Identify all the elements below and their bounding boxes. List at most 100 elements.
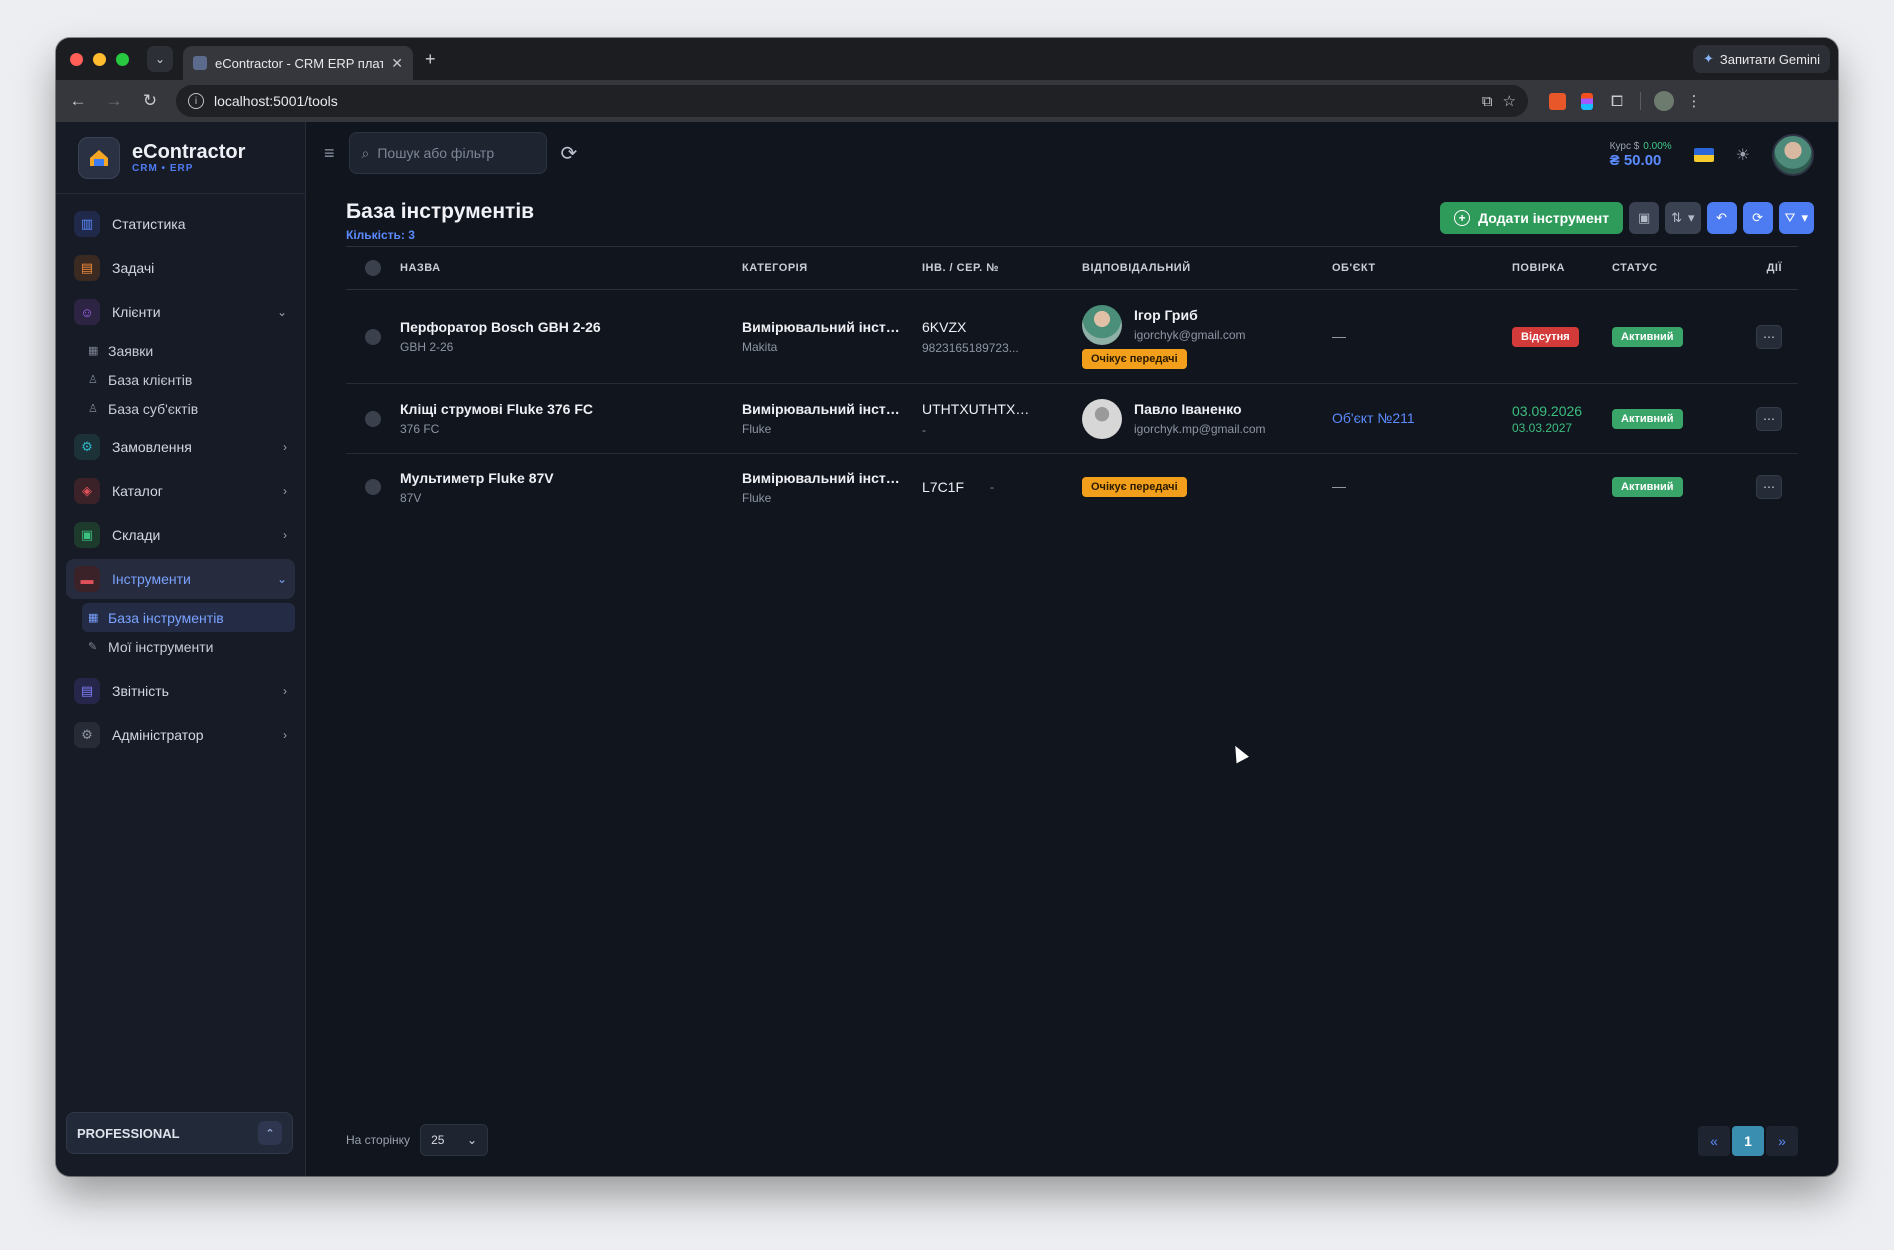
header-object[interactable]: ОБ'ЄКТ <box>1332 262 1512 274</box>
row-actions-button[interactable]: ⋯ <box>1756 406 1782 431</box>
header-check[interactable]: ПОВІРКА <box>1512 262 1612 274</box>
sun-icon[interactable]: ☀ <box>1736 145 1750 165</box>
browser-toolbar: ← → ↻ i localhost:5001/tools ⧉ ☆ ⧠ ⋮ <box>56 80 1838 122</box>
sidebar-item-orders[interactable]: ⚙ Замовлення › <box>66 427 295 467</box>
browser-tab[interactable]: eContractor - CRM ERP плат ✕ <box>183 46 413 80</box>
more-dots-icon: ⋯ <box>1763 411 1775 426</box>
row-checkbox[interactable] <box>365 479 381 495</box>
main-content: ≡ ⌕ Пошук або фільтр ⟳ Курс $0.00% ₴ 50.… <box>306 122 1838 1176</box>
sidebar-item-tools[interactable]: ▬ Інструменти ⌄ <box>66 559 295 599</box>
header-category[interactable]: КАТЕГОРІЯ <box>742 262 922 274</box>
columns-settings-button[interactable]: ⇅ ▾ <box>1665 202 1701 234</box>
object-empty: — <box>1332 478 1346 494</box>
brand[interactable]: eContractor CRM • ERP <box>56 122 305 194</box>
minimize-window-button[interactable] <box>93 52 106 66</box>
url-text[interactable]: localhost:5001/tools <box>214 93 338 109</box>
row-checkbox[interactable] <box>365 328 381 345</box>
window-controls <box>70 52 129 66</box>
reload-icon[interactable]: ↻ <box>132 91 168 111</box>
next-page-button[interactable]: » <box>1766 1126 1798 1156</box>
object-empty: — <box>1332 327 1346 344</box>
figma-extension-icon[interactable] <box>1572 92 1602 110</box>
address-bar[interactable]: i localhost:5001/tools ⧉ ☆ <box>176 85 1528 117</box>
tool-brand: Fluke <box>742 422 772 436</box>
inventory-number: 6KVZX <box>922 318 967 335</box>
tab-search-button[interactable]: ⌄ <box>147 46 173 72</box>
forward-icon[interactable]: → <box>96 91 132 111</box>
export-button[interactable]: ▣ <box>1629 202 1660 234</box>
row-checkbox[interactable] <box>365 410 381 427</box>
search-placeholder[interactable]: Пошук або фільтр <box>377 145 494 161</box>
sidebar-sub-clients-base[interactable]: ♙ База клієнтів <box>82 365 295 394</box>
add-tool-button[interactable]: + Додати інструмент <box>1440 202 1624 234</box>
sidebar-item-label: Адміністратор <box>112 727 204 743</box>
tool-name[interactable]: Кліщі струмові Fluke 376 FC <box>400 401 742 417</box>
sidebar-item-statistics[interactable]: ▥ Статистика <box>66 204 295 244</box>
close-window-button[interactable] <box>70 52 83 66</box>
header-name[interactable]: НАЗВА <box>400 262 742 274</box>
object-link[interactable]: Об'єкт №211 <box>1332 410 1415 426</box>
ukraine-flag-icon[interactable] <box>1693 148 1714 162</box>
rate-label: Курс $ <box>1609 141 1640 152</box>
bookmark-star-icon[interactable]: ☆ <box>1503 92 1516 110</box>
header-responsible[interactable]: ВІДПОВІДАЛЬНИЙ <box>1082 262 1332 274</box>
sliders-icon: ⇅ <box>1671 210 1683 225</box>
undo-button[interactable]: ↶ <box>1706 202 1737 234</box>
row-actions-button[interactable]: ⋯ <box>1756 475 1782 499</box>
profile-avatar-icon[interactable] <box>1649 91 1679 111</box>
tool-name[interactable]: Мультиметр Fluke 87V <box>400 470 742 486</box>
sidebar-item-warehouses[interactable]: ▣ Склади › <box>66 515 295 555</box>
hamburger-menu-icon[interactable]: ≡ <box>324 143 335 164</box>
undo-icon: ↶ <box>1716 210 1727 225</box>
tool-name[interactable]: Перфоратор Bosch GBH 2-26 <box>400 319 742 335</box>
sidebar-sub-subjects-base[interactable]: ♙ База суб'єктів <box>82 394 295 423</box>
sidebar-sub-my-tools[interactable]: ✎ Мої інструменти <box>82 632 295 661</box>
sidebar-item-clients[interactable]: ☺ Клієнти ⌄ <box>66 292 295 332</box>
plan-badge[interactable]: PROFESSIONAL ⌃ <box>66 1112 293 1154</box>
user-avatar[interactable] <box>1772 134 1814 176</box>
table-row[interactable]: Мультиметр Fluke 87V 87V Вимірювальний і… <box>346 454 1798 520</box>
row-actions-button[interactable]: ⋯ <box>1756 324 1782 349</box>
sidebar-sub-requests[interactable]: ▦ Заявки <box>82 336 295 365</box>
sidebar-item-admin[interactable]: ⚙ Адміністратор › <box>66 715 295 755</box>
header-status[interactable]: СТАТУС <box>1612 262 1752 274</box>
table-row[interactable]: Перфоратор Bosch GBH 2-26 GBH 2-26 Вимір… <box>346 290 1798 384</box>
table-row[interactable]: Кліщі струмові Fluke 376 FC 376 FC Вимір… <box>346 384 1798 454</box>
kebab-menu-icon[interactable]: ⋮ <box>1679 92 1709 110</box>
extensions-puzzle-icon[interactable]: ⧠ <box>1602 93 1632 110</box>
sidebar-item-tasks[interactable]: ▤ Задачі <box>66 248 295 288</box>
gemini-button[interactable]: ✦ Запитати Gemini <box>1692 45 1830 73</box>
sub-label: База клієнтів <box>108 371 193 388</box>
refresh-button[interactable]: ⟳ <box>1742 202 1773 234</box>
search-field[interactable]: ⌕ Пошук або фільтр <box>348 132 547 174</box>
site-info-icon[interactable]: i <box>188 93 204 109</box>
tab-strip: ⌄ eContractor - CRM ERP плат ✕ + ✦ Запит… <box>56 38 1838 80</box>
new-tab-button[interactable]: + <box>425 49 436 70</box>
serial-number: - <box>990 480 995 494</box>
install-app-icon[interactable]: ⧉ <box>1482 93 1493 110</box>
prev-page-button[interactable]: « <box>1698 1126 1730 1156</box>
back-icon[interactable]: ← <box>60 91 96 111</box>
sub-label: База суб'єктів <box>108 400 199 417</box>
page-button-current[interactable]: 1 <box>1732 1126 1764 1156</box>
more-dots-icon: ⋯ <box>1763 480 1775 494</box>
responsible-name[interactable]: Павло Іваненко <box>1134 401 1266 417</box>
sidebar-item-label: Клієнти <box>112 304 161 320</box>
filter-button[interactable]: ⛛ ▾ <box>1778 202 1814 234</box>
rate-value: ₴ 50.00 <box>1609 152 1662 169</box>
extension-orange-icon[interactable] <box>1542 92 1572 110</box>
sidebar-item-catalog[interactable]: ◈ Каталог › <box>66 471 295 511</box>
sidebar-item-reports[interactable]: ▤ Звітність › <box>66 671 295 711</box>
select-all-checkbox[interactable] <box>365 260 381 276</box>
sidebar-sub-tools-base[interactable]: ▦ База інструментів <box>82 603 295 632</box>
sync-icon[interactable]: ⟳ <box>561 141 578 166</box>
responsible-name[interactable]: Ігор Гриб <box>1134 307 1246 323</box>
maximize-window-button[interactable] <box>116 52 129 66</box>
chevron-up-icon[interactable]: ⌃ <box>258 1121 282 1145</box>
sidebar-item-label: Замовлення <box>112 439 192 455</box>
chevron-down-icon: ⌄ <box>276 305 287 319</box>
items-count: Кількість: 3 <box>346 228 415 242</box>
close-tab-icon[interactable]: ✕ <box>391 55 403 72</box>
header-inv[interactable]: ІНВ. / СЕР. № <box>922 262 1082 274</box>
per-page-select[interactable]: 25 ⌄ <box>420 1124 489 1156</box>
